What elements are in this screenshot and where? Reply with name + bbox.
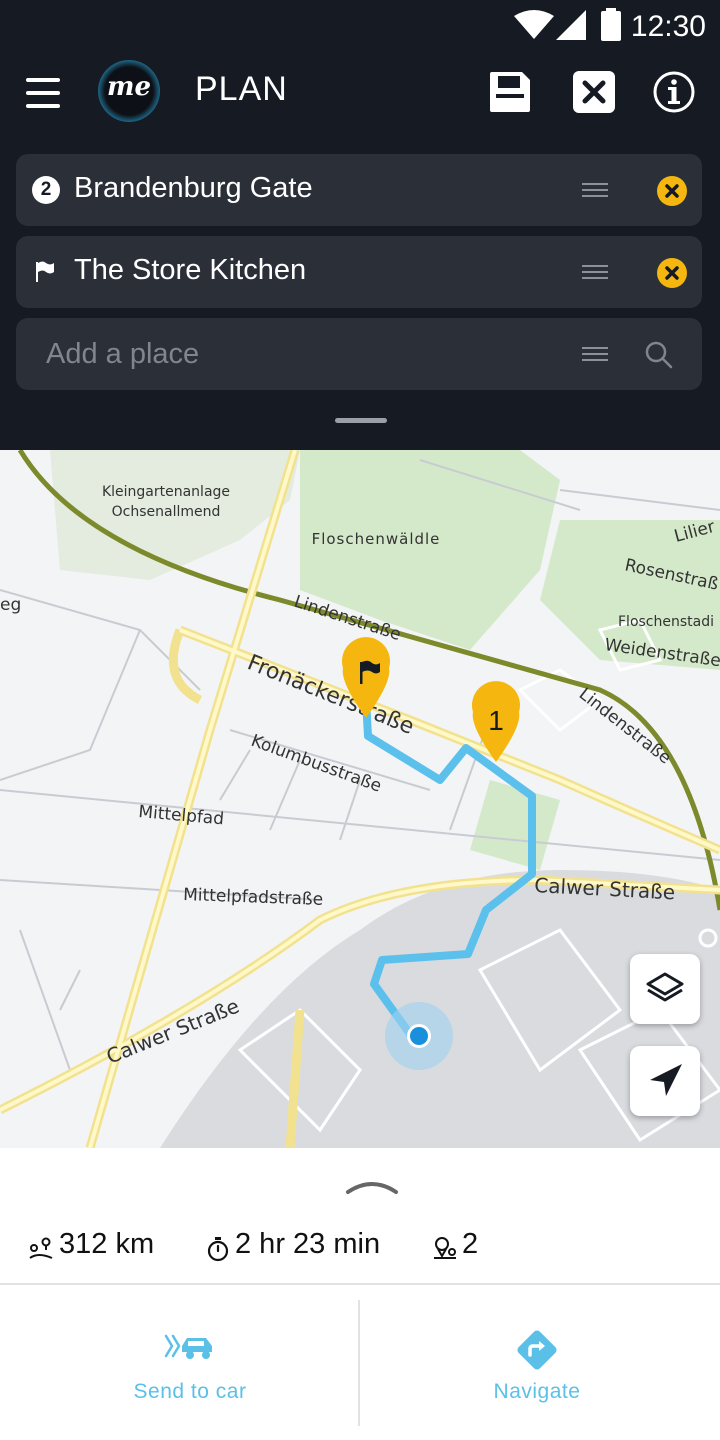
label-fronaeckerstrasse: Fronäckerstraße xyxy=(244,650,418,740)
save-icon xyxy=(490,72,530,112)
navigation-arrow-icon xyxy=(650,1064,682,1096)
divider xyxy=(358,1300,360,1426)
stops-value: 2 xyxy=(462,1228,479,1260)
layers-icon xyxy=(646,972,684,1002)
label-kolumbusstrasse: Kolumbusstraße xyxy=(248,731,384,797)
me-logo: me xyxy=(98,60,160,122)
label-lindenstrasse: Lindenstraße xyxy=(575,684,675,768)
search-icon[interactable] xyxy=(644,340,674,370)
stops-stat: 2 xyxy=(432,1228,492,1268)
label-floschenwaeldle: Floschenwäldle xyxy=(312,530,441,548)
duration-stat: 2 hr 23 min xyxy=(206,1228,406,1268)
info-button[interactable] xyxy=(652,70,698,116)
menu-button[interactable] xyxy=(22,74,64,114)
expand-panel-button[interactable] xyxy=(342,1176,402,1196)
page-title: PLAN xyxy=(195,70,288,108)
info-icon xyxy=(653,71,695,113)
green-area xyxy=(470,780,560,870)
hamburger-line xyxy=(26,78,60,82)
send-to-car-label: Send to car xyxy=(133,1380,247,1403)
waypoint-row[interactable]: 2 Brandenburg Gate xyxy=(16,154,702,226)
close-icon xyxy=(665,266,679,280)
map-view[interactable]: Kleingartenanlage Ochsenallmend Floschen… xyxy=(0,450,720,1148)
distance-stat: 312 km xyxy=(28,1228,168,1268)
flag-icon xyxy=(36,261,54,282)
drag-handle-icon[interactable] xyxy=(582,347,608,361)
destination-row[interactable]: The Store Kitchen xyxy=(16,236,702,308)
current-location-dot xyxy=(410,1027,428,1045)
remove-destination-button[interactable] xyxy=(657,258,687,288)
close-icon xyxy=(665,184,679,198)
label-mittelpfadstrasse: Mittelpfadstraße xyxy=(183,885,324,910)
timer-icon xyxy=(207,1237,229,1262)
discard-button[interactable] xyxy=(572,70,618,116)
duration-value: 2 hr 23 min xyxy=(235,1228,381,1260)
distance-icon xyxy=(29,1237,53,1259)
drag-handle-icon[interactable] xyxy=(582,183,608,197)
divider xyxy=(0,1283,720,1285)
route-summary-panel: 312 km 2 hr 23 min 2 Send to car Navigat… xyxy=(0,1148,720,1440)
drag-handle-icon[interactable] xyxy=(582,265,608,279)
wifi-icon xyxy=(514,10,554,39)
waypoint-pin-number: 1 xyxy=(488,705,504,736)
navigate-button[interactable]: Navigate xyxy=(417,1318,657,1418)
save-button[interactable] xyxy=(488,70,534,116)
waypoint-number-badge: 2 xyxy=(32,176,60,204)
send-to-car-button[interactable]: Send to car xyxy=(70,1318,310,1418)
label-edge-street: eg xyxy=(0,595,21,615)
label-mittelpfad: Mittelpfad xyxy=(138,802,225,829)
hamburger-line xyxy=(26,91,60,95)
map-layers-button[interactable] xyxy=(630,954,700,1024)
recenter-location-button[interactable] xyxy=(630,1046,700,1116)
add-place-input[interactable] xyxy=(46,332,566,376)
panel-drag-handle[interactable] xyxy=(335,418,387,423)
remove-waypoint-button[interactable] xyxy=(657,176,687,206)
destination-label: The Store Kitchen xyxy=(74,254,307,286)
app-header: me PLAN xyxy=(0,56,720,132)
cell-signal-icon xyxy=(556,10,586,40)
chevron-up-icon xyxy=(346,1182,398,1194)
add-place-row xyxy=(16,318,702,390)
send-to-car-icon xyxy=(164,1334,212,1359)
battery-icon xyxy=(601,8,621,41)
logo-text: me xyxy=(106,72,152,102)
waypoint-label: Brandenburg Gate xyxy=(74,172,313,204)
directions-icon xyxy=(517,1330,557,1370)
plan-panel: 12:30 me PLAN 2 Brandenburg Gate The Sto… xyxy=(0,0,720,450)
status-time: 12:30 xyxy=(630,10,706,43)
distance-value: 312 km xyxy=(59,1228,155,1260)
label-ochsenallmend: Ochsenallmend xyxy=(112,504,221,520)
label-kleingarten: Kleingartenanlage xyxy=(102,484,230,500)
hamburger-line xyxy=(26,104,60,108)
map-canvas[interactable]: Kleingartenanlage Ochsenallmend Floschen… xyxy=(0,450,720,1148)
navigate-label: Navigate xyxy=(493,1380,581,1403)
stops-icon xyxy=(434,1237,456,1259)
label-floschenstadion: Floschenstadi xyxy=(618,614,714,630)
close-icon xyxy=(573,71,615,113)
status-bar: 12:30 xyxy=(0,0,720,56)
